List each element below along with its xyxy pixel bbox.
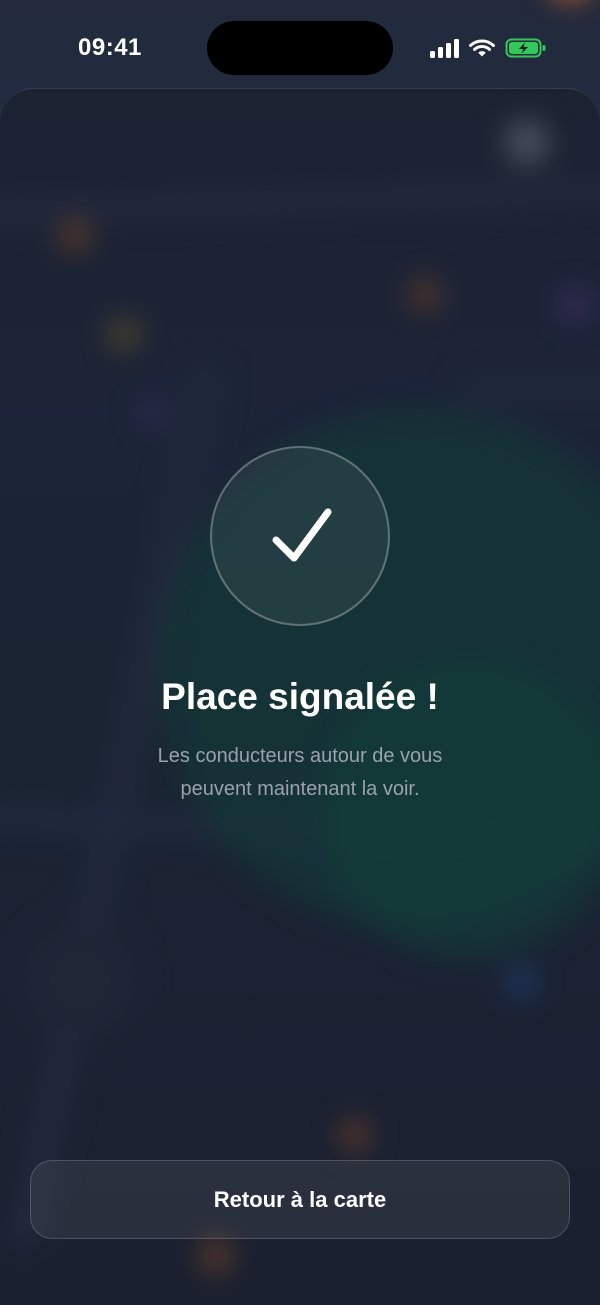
status-icons (430, 36, 547, 60)
signal-icon (430, 38, 459, 58)
success-title: Place signalée ! (161, 676, 439, 717)
back-to-map-button[interactable]: Retour à la carte (30, 1160, 570, 1239)
success-badge (210, 446, 390, 626)
battery-charging-icon (505, 38, 546, 58)
wifi-icon (469, 39, 495, 57)
status-time: 09:41 (78, 34, 142, 61)
success-message-line-2: peuvent maintenant la voir. (180, 778, 420, 800)
checkmark-icon (272, 508, 332, 562)
success-message: Les conducteurs autour de vous peuvent m… (100, 740, 500, 806)
success-message-line-1: Les conducteurs autour de vous (157, 745, 443, 767)
dynamic-island (207, 21, 393, 75)
status-bar: 09:41 (0, 0, 600, 88)
